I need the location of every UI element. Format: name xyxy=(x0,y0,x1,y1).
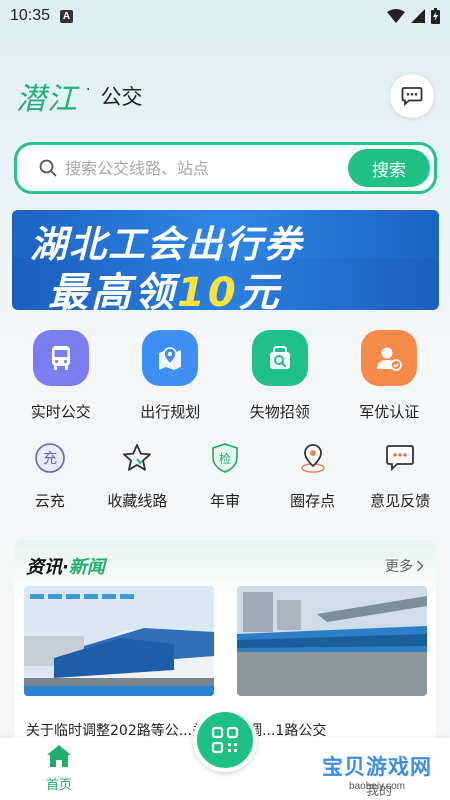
feature-label: 收藏线路 xyxy=(107,492,168,510)
feedback-icon xyxy=(382,440,418,476)
feature-label: 军优认证 xyxy=(359,403,420,421)
message-button[interactable] xyxy=(390,74,434,118)
qr-code-button[interactable] xyxy=(193,708,257,772)
feature-label: 意见反馈 xyxy=(370,492,431,510)
tab-home-label: 首页 xyxy=(46,778,73,793)
news-title-dot: · xyxy=(62,557,69,578)
news-header: 资讯·新闻 更多 xyxy=(14,540,436,580)
chevron-right-icon xyxy=(416,560,424,572)
promo-banner[interactable]: 湖北工会出行券 最高领10元 xyxy=(12,210,439,310)
recharge-glyph: 充 xyxy=(43,451,57,467)
news-title-a: 资讯 xyxy=(26,557,62,578)
watermark-url: baobeiy.com xyxy=(349,781,405,792)
main-feature-grid: 实时公交 出行规划 失物招领 军优认证 xyxy=(0,330,450,422)
bus-icon xyxy=(32,330,89,386)
search-icon xyxy=(39,159,57,177)
search-input[interactable] xyxy=(65,158,348,178)
signal-icon xyxy=(411,9,425,23)
feature-label: 年审 xyxy=(209,492,240,510)
search-button[interactable]: 搜索 xyxy=(348,149,430,187)
feature-lost-found[interactable]: 失物招领 xyxy=(230,330,330,422)
brand-separator: · xyxy=(86,82,91,98)
feature-military-cert[interactable]: 军优认证 xyxy=(339,330,439,422)
news-image-2[interactable] xyxy=(237,586,427,696)
news-images xyxy=(24,586,427,696)
brand-subtitle: 公交 xyxy=(100,85,143,109)
user-verify-icon xyxy=(361,330,418,386)
news-title: 资讯·新闻 xyxy=(26,553,105,579)
watermark-text: 宝贝游戏网 xyxy=(322,755,432,779)
notification-badge-icon: A xyxy=(60,9,74,23)
recharge-icon: 充 xyxy=(32,440,68,476)
news-more-label: 更多 xyxy=(385,559,413,575)
star-icon xyxy=(119,440,155,476)
map-pin-icon xyxy=(142,330,199,386)
status-icons xyxy=(387,8,440,24)
feature-label: 出行规划 xyxy=(140,403,201,421)
wifi-icon xyxy=(387,9,405,23)
banner-line2: 最高领10元 xyxy=(48,260,282,310)
review-glyph: 检 xyxy=(219,451,231,466)
qr-code-icon xyxy=(211,726,239,754)
news-more-link[interactable]: 更多 xyxy=(385,556,424,576)
banner-line2-suffix: 元 xyxy=(238,270,282,310)
home-icon xyxy=(47,745,71,767)
banner-line2-prefix: 最高领 xyxy=(48,270,177,310)
feature-label: 云充 xyxy=(34,492,65,510)
feature-trip-planning[interactable]: 出行规划 xyxy=(120,330,220,422)
chat-icon xyxy=(401,87,423,106)
battery-icon xyxy=(431,8,440,24)
feature-label: 实时公交 xyxy=(30,403,91,421)
tab-home[interactable]: 首页 xyxy=(46,744,72,793)
app-header: 潜江 · 公交 xyxy=(16,74,434,118)
news-image-1[interactable] xyxy=(24,586,214,696)
feature-realtime-bus[interactable]: 实时公交 xyxy=(11,330,111,422)
news-title-b: 新闻 xyxy=(68,557,105,578)
search-bar: 搜索 xyxy=(14,142,437,194)
feature-saved-routes[interactable]: 收藏线路 xyxy=(94,440,182,511)
watermark: 宝贝游戏网 baobeiy.com xyxy=(322,751,432,792)
feature-topup-points[interactable]: 圈存点 xyxy=(269,440,357,511)
feature-label: 圈存点 xyxy=(290,492,336,510)
sub-feature-grid: 充 云充 收藏线路 检 年审 圈存点 意见反馈 xyxy=(0,440,450,511)
feature-annual-review[interactable]: 检 年审 xyxy=(181,440,269,511)
feature-label: 失物招领 xyxy=(249,403,310,421)
status-time: 10:35 xyxy=(10,7,51,24)
lost-found-icon xyxy=(251,330,308,386)
banner-amount: 10 xyxy=(177,270,239,310)
location-icon xyxy=(295,440,331,476)
brand-title: 潜江 xyxy=(16,83,78,116)
annual-review-icon: 检 xyxy=(207,440,243,476)
feature-feedback[interactable]: 意见反馈 xyxy=(356,440,444,511)
status-bar: 10:35 A xyxy=(0,0,450,32)
feature-cloud-recharge[interactable]: 充 云充 xyxy=(6,440,94,511)
